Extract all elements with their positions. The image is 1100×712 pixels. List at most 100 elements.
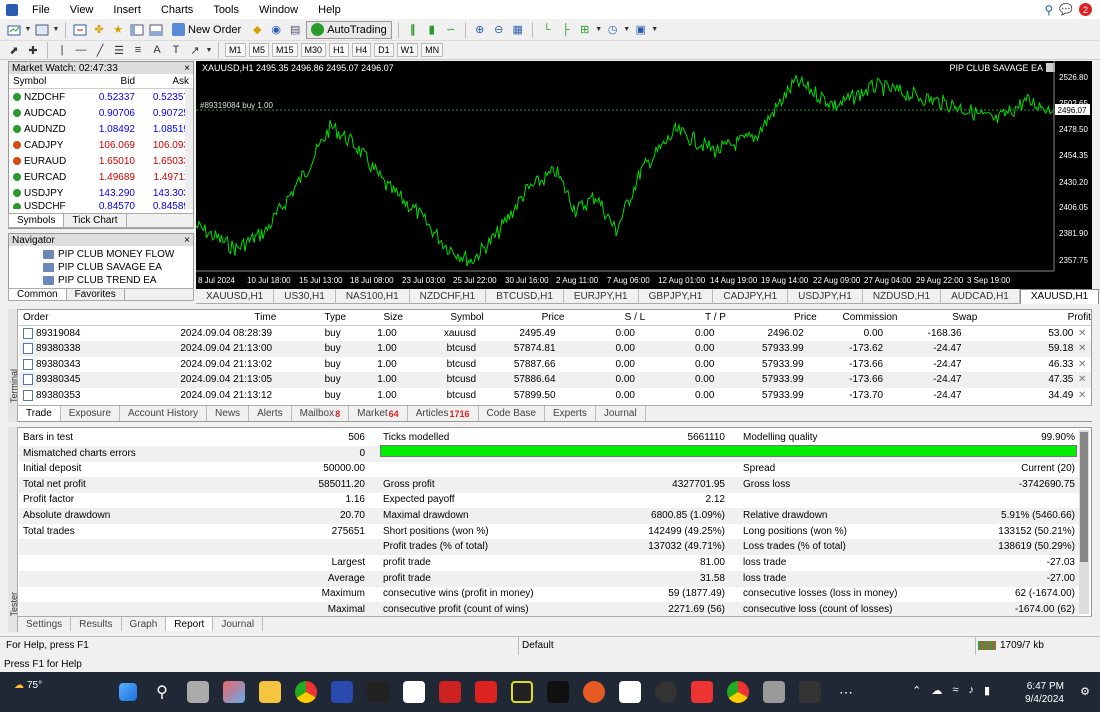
timeframe-mn[interactable]: MN [421, 43, 444, 57]
trendline-icon[interactable]: ╱ [92, 42, 108, 58]
tab-code-base[interactable]: Code Base [479, 406, 545, 421]
market-watch-icon[interactable] [72, 22, 88, 38]
col-current-price[interactable]: Price [726, 312, 817, 323]
tab-favorites[interactable]: Favorites [67, 289, 125, 300]
menu-file[interactable]: File [22, 4, 60, 16]
metaeditor-icon[interactable]: ◆ [249, 22, 265, 38]
system-clock[interactable]: 6:47 PM 9/4/2024 [1025, 680, 1064, 706]
col-type[interactable]: Type [276, 312, 346, 323]
close-icon[interactable]: × [184, 63, 190, 74]
weather-widget[interactable]: ☁ 75° [14, 680, 42, 691]
timeframe-h1[interactable]: H1 [329, 43, 349, 57]
cursor-icon[interactable]: ⬈ [6, 42, 22, 58]
volume-icon[interactable]: ♪ [968, 684, 974, 697]
tab-account-history[interactable]: Account History [120, 406, 208, 421]
wifi-icon[interactable]: ≈ [952, 684, 958, 697]
autotrading-button[interactable]: AutoTrading [306, 20, 392, 39]
report-scrollbar[interactable] [1079, 430, 1089, 614]
horizontal-line-icon[interactable]: — [73, 42, 89, 58]
col-price[interactable]: Price [484, 312, 565, 323]
scrollbar-thumb[interactable] [1080, 432, 1088, 562]
market-watch-row[interactable]: EURAUD 1.65010 1.65033 [9, 153, 193, 169]
data-window-icon[interactable]: ✤ [91, 22, 107, 38]
col-bid[interactable]: Bid [77, 76, 135, 87]
battery-icon[interactable]: ▮ [984, 684, 990, 697]
timeframe-d1[interactable]: D1 [374, 43, 394, 57]
timeframe-m1[interactable]: M1 [225, 43, 246, 57]
start-icon[interactable] [119, 683, 137, 701]
arrows-icon[interactable]: ↗ [187, 42, 203, 58]
timeframe-w1[interactable]: W1 [396, 43, 419, 57]
app-active-icon[interactable] [799, 681, 821, 703]
timeframe-m5[interactable]: M5 [248, 43, 270, 57]
tab-tick-chart[interactable]: Tick Chart [64, 214, 127, 227]
search-icon[interactable]: ⚲ [151, 681, 173, 703]
chart-shift-icon[interactable]: └ [539, 22, 555, 38]
app-white-icon[interactable] [619, 681, 641, 703]
chart-tab[interactable]: NAS100,H1 [336, 288, 410, 304]
navigator-item[interactable]: PIP CLUB TREND EA [9, 274, 193, 287]
col-profit[interactable]: Profit [977, 312, 1091, 323]
app-dark-icon[interactable] [367, 681, 389, 703]
market-watch-row[interactable]: USDCHF 0.84570 0.84589 [9, 201, 193, 209]
app-yellow-icon[interactable] [511, 681, 533, 703]
timeframe-m15[interactable]: M15 [272, 43, 298, 57]
trade-row[interactable]: 89380353 2024.09.04 21:13:12 buy 1.00 btcusd… [19, 388, 1091, 404]
dropdown-arrow-icon[interactable]: ▼ [651, 22, 658, 38]
line-chart-icon[interactable]: ∽ [443, 22, 459, 38]
templates-icon[interactable]: ▣ [633, 22, 649, 38]
price-chart-svg[interactable]: XAUUSD,H1 2495.35 2496.86 2495.07 2496.0… [195, 61, 1092, 289]
market-watch-row[interactable]: AUDCAD 0.90706 0.90725 [9, 105, 193, 121]
tab-exposure[interactable]: Exposure [61, 406, 121, 421]
tab-results[interactable]: Results [71, 617, 122, 631]
tester-icon[interactable] [148, 22, 164, 38]
tab-symbols[interactable]: Symbols [9, 214, 65, 227]
dropdown-arrow-icon[interactable]: ▼ [595, 22, 602, 38]
timeframe-h4[interactable]: H4 [351, 43, 372, 57]
dropdown-arrow-icon[interactable]: ▼ [206, 42, 213, 58]
menu-view[interactable]: View [60, 4, 104, 16]
app-axi-icon[interactable] [691, 681, 713, 703]
periods-icon[interactable]: ◷ [605, 22, 621, 38]
indicators-icon[interactable]: ⊞ [577, 22, 593, 38]
col-sl[interactable]: S / L [564, 312, 646, 323]
search-icon[interactable]: ⚲ [1045, 3, 1054, 17]
notification-badge[interactable]: 2 [1079, 3, 1092, 16]
close-order-icon[interactable]: ✕ [1073, 343, 1091, 354]
crosshair-icon[interactable]: ✚ [25, 42, 41, 58]
chart-tab[interactable]: GBPJPY,H1 [639, 288, 714, 304]
close-order-icon[interactable]: ✕ [1073, 374, 1091, 385]
chart-tab[interactable]: EURJPY,H1 [564, 288, 639, 304]
auto-scroll-icon[interactable]: ├ [558, 22, 574, 38]
file-explorer-icon[interactable] [259, 681, 281, 703]
col-tp[interactable]: T / P [645, 312, 726, 323]
tab-common[interactable]: Common [9, 289, 67, 300]
profiles-icon[interactable] [34, 22, 50, 38]
chart-tab[interactable]: USDJPY,H1 [788, 288, 863, 304]
col-size[interactable]: Size [346, 312, 402, 323]
col-symbol[interactable]: Symbol [9, 76, 77, 87]
speech-bubble-icon[interactable]: 💬 [1059, 3, 1073, 16]
chart-tab-active[interactable]: XAUUSD,H1 [1019, 288, 1100, 304]
app-fx-icon[interactable] [655, 681, 677, 703]
network-icon[interactable]: ☁ [931, 684, 942, 697]
community-icon[interactable]: ◉ [268, 22, 284, 38]
close-order-icon[interactable]: ✕ [1073, 328, 1091, 339]
app-p-icon[interactable] [331, 681, 353, 703]
tab-graph[interactable]: Graph [122, 617, 167, 631]
market-watch-scrollbar[interactable] [185, 89, 193, 209]
zoom-in-icon[interactable]: ⊕ [472, 22, 488, 38]
notifications-bell-icon[interactable]: ⚙ [1080, 685, 1090, 698]
trade-row[interactable]: 89380345 2024.09.04 21:13:05 buy 1.00 btcusd… [19, 372, 1091, 388]
chart-tab[interactable]: XAUUSD,H1 [196, 288, 275, 304]
navigator-item[interactable]: PIP CLUB MONEY FLOW [9, 248, 193, 261]
channel-icon[interactable]: ☰ [111, 42, 127, 58]
menu-tools[interactable]: Tools [203, 4, 249, 16]
col-time[interactable]: Time [99, 312, 276, 323]
app-fxpro-icon[interactable] [475, 681, 497, 703]
market-watch-row[interactable]: NZDCHF 0.52337 0.52357 [9, 89, 193, 105]
tab-news[interactable]: News [207, 406, 250, 421]
navigator-icon[interactable]: ★ [110, 22, 126, 38]
terminal-icon[interactable] [129, 22, 145, 38]
trade-row[interactable]: 89380338 2024.09.04 21:13:00 buy 1.00 btcusd… [19, 341, 1091, 357]
